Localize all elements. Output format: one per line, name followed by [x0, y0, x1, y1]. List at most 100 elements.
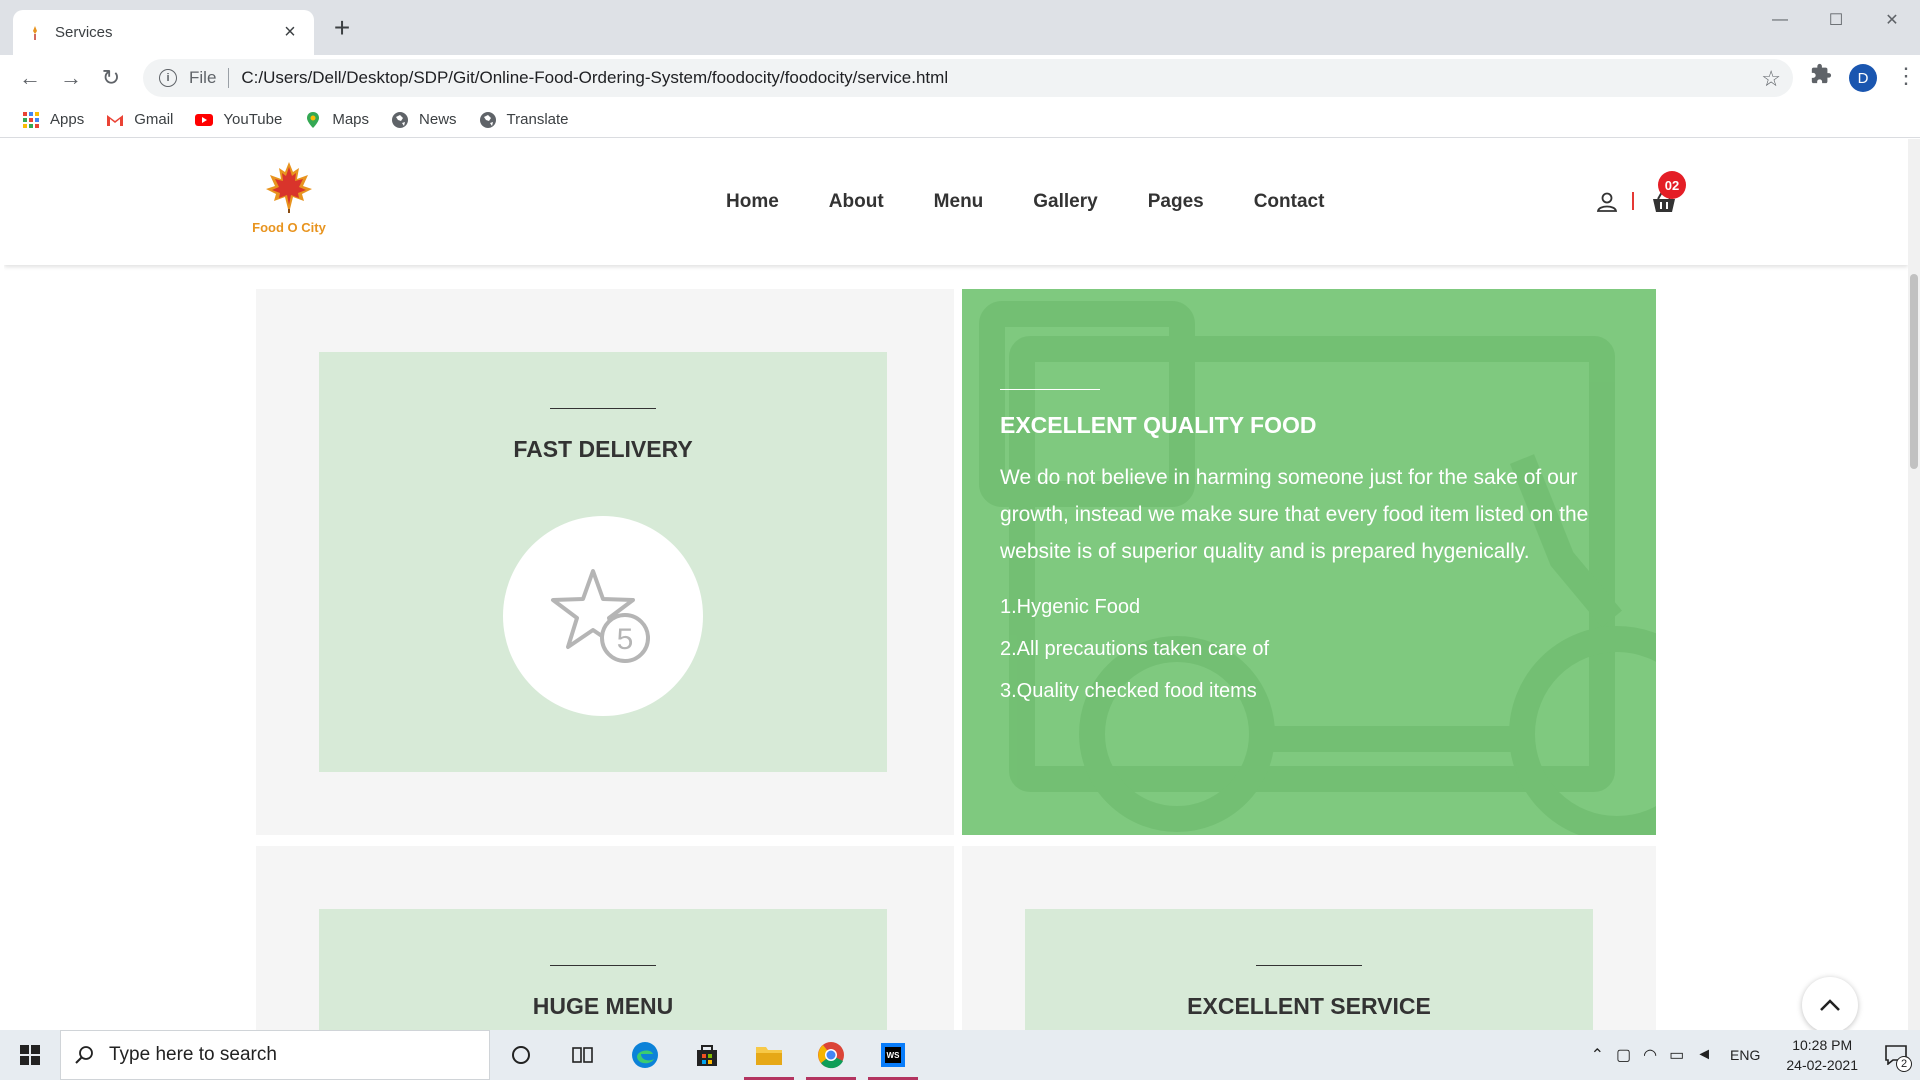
- service-feature-item: 1.Hygenic Food: [1000, 596, 1141, 618]
- bookmark-label: Maps: [332, 111, 370, 128]
- wifi-icon[interactable]: ◠: [1643, 1045, 1657, 1065]
- site-logo[interactable]: Food O City: [234, 159, 344, 239]
- reload-icon[interactable]: ↻: [96, 63, 126, 93]
- site-header: Food O City Home About Menu Gallery Page…: [4, 139, 1908, 265]
- page-viewport: Food O City Home About Menu Gallery Page…: [4, 139, 1908, 1030]
- globe-icon: [392, 111, 409, 128]
- five-star-rating-icon: 5: [551, 569, 650, 663]
- service-card-title: FAST DELIVERY: [513, 436, 693, 462]
- bookmark-label: Gmail: [134, 111, 174, 128]
- profile-avatar[interactable]: D: [1849, 64, 1877, 92]
- browser-tab[interactable]: Services ×: [13, 10, 314, 55]
- title-rule: [1000, 389, 1100, 390]
- apps-grid-icon: [23, 111, 39, 128]
- service-card-inner: HUGE MENU: [319, 909, 887, 1030]
- service-card-inner: EXCELLENT SERVICE: [1025, 909, 1593, 1030]
- user-account-icon[interactable]: [1596, 191, 1618, 213]
- omnibox-separator: [228, 68, 230, 88]
- site-info-icon[interactable]: i: [159, 69, 177, 87]
- browser-toolbar: ← → ↻ i File C:/Users/Dell/Desktop/SDP/G…: [0, 55, 1920, 102]
- search-icon: [75, 1046, 93, 1064]
- battery-icon[interactable]: ▭: [1669, 1045, 1684, 1065]
- bookmark-label: Apps: [50, 111, 85, 128]
- service-card-inner: FAST DELIVERY 5: [319, 352, 887, 772]
- bookmark-news[interactable]: News: [391, 111, 457, 129]
- bookmark-star-icon[interactable]: ☆: [1761, 66, 1781, 92]
- browser-tab-strip: Services × + — ☐ ✕: [0, 0, 1920, 55]
- service-card-excellent-quality[interactable]: EXCELLENT QUALITY FOOD We do not believe…: [962, 289, 1656, 835]
- main-nav: Home About Menu Gallery Pages Contact: [726, 191, 1374, 213]
- service-feature-item: 2.All precautions taken care of: [1000, 638, 1270, 660]
- taskbar-search-box[interactable]: Type here to search: [60, 1030, 490, 1080]
- windows-logo-icon: [20, 1045, 40, 1065]
- tab-title: Services: [55, 24, 113, 41]
- service-card-title: EXCELLENT QUALITY FOOD: [1000, 412, 1317, 438]
- start-button[interactable]: [0, 1030, 60, 1080]
- new-tab-button[interactable]: +: [328, 14, 356, 43]
- cortana-icon[interactable]: [490, 1030, 552, 1080]
- cart-count-badge: 02: [1658, 171, 1686, 199]
- forward-icon[interactable]: →: [56, 63, 86, 93]
- title-rule: [550, 965, 656, 966]
- system-tray: ⌃ ▢ ◠ ▭ ◄ ENG 10:28 PM 24-02-2021 2: [1585, 1030, 1920, 1080]
- clock-date: 24-02-2021: [1786, 1057, 1858, 1073]
- nav-about[interactable]: About: [829, 191, 884, 213]
- windows-taskbar: Type here to search WS ⌃ ▢ ◠ ▭ ◄ ENG 10:…: [0, 1030, 1920, 1080]
- bookmark-label: Translate: [506, 111, 569, 128]
- service-card-title: EXCELLENT SERVICE: [1187, 993, 1431, 1019]
- url-text[interactable]: C:/Users/Dell/Desktop/SDP/Git/Online-Foo…: [241, 68, 948, 88]
- svg-text:5: 5: [617, 623, 634, 656]
- window-close-icon[interactable]: ✕: [1864, 0, 1920, 40]
- store-icon[interactable]: [676, 1030, 738, 1080]
- bookmark-youtube[interactable]: YouTube: [195, 111, 282, 129]
- file-explorer-icon[interactable]: [738, 1030, 800, 1080]
- nav-pages[interactable]: Pages: [1148, 191, 1204, 213]
- back-icon[interactable]: ←: [15, 63, 45, 93]
- chevron-up-tray-icon[interactable]: ⌃: [1591, 1045, 1604, 1065]
- meet-now-icon[interactable]: ▢: [1616, 1045, 1631, 1065]
- bookmark-gmail[interactable]: Gmail: [106, 111, 173, 129]
- youtube-icon: [195, 113, 214, 126]
- service-icon-circle: 5: [503, 516, 703, 716]
- title-rule: [550, 408, 656, 409]
- tab-close-icon[interactable]: ×: [280, 21, 300, 44]
- page-scrollbar[interactable]: [1908, 139, 1920, 1030]
- bookmark-label: News: [419, 111, 457, 128]
- nav-contact[interactable]: Contact: [1254, 191, 1325, 213]
- nav-gallery[interactable]: Gallery: [1033, 191, 1097, 213]
- chrome-icon[interactable]: [800, 1030, 862, 1080]
- service-card-title: HUGE MENU: [532, 993, 674, 1019]
- system-clock[interactable]: 10:28 PM 24-02-2021: [1786, 1035, 1858, 1075]
- maximize-icon[interactable]: ☐: [1808, 0, 1864, 40]
- nav-home[interactable]: Home: [726, 191, 779, 213]
- task-view-icon[interactable]: [552, 1030, 614, 1080]
- svg-text:WS: WS: [887, 1051, 901, 1060]
- bookmark-translate[interactable]: Translate: [479, 111, 569, 129]
- webstorm-icon[interactable]: WS: [862, 1030, 924, 1080]
- volume-icon[interactable]: ◄: [1696, 1046, 1712, 1064]
- bookmark-maps[interactable]: Maps: [304, 111, 369, 129]
- scrollbar-thumb[interactable]: [1910, 274, 1918, 469]
- bookmark-label: YouTube: [223, 111, 283, 128]
- extensions-icon[interactable]: [1810, 63, 1832, 91]
- minimize-icon[interactable]: —: [1752, 0, 1808, 40]
- chevron-up-icon: [1820, 999, 1840, 1011]
- notification-count-badge: 2: [1896, 1056, 1912, 1072]
- header-divider: [1632, 192, 1634, 210]
- window-controls: — ☐ ✕: [1752, 0, 1920, 40]
- service-card-fast-delivery[interactable]: FAST DELIVERY 5: [256, 289, 954, 835]
- service-card-huge-menu[interactable]: HUGE MENU: [256, 846, 954, 1030]
- action-center-button[interactable]: 2: [1872, 1030, 1920, 1080]
- scroll-to-top-button[interactable]: [1802, 977, 1858, 1030]
- browser-menu-icon[interactable]: ⋮: [1895, 63, 1917, 89]
- language-indicator[interactable]: ENG: [1730, 1047, 1760, 1063]
- gmail-icon: [107, 114, 124, 126]
- bookmark-apps[interactable]: Apps: [22, 111, 84, 129]
- edge-browser-icon[interactable]: [614, 1030, 676, 1080]
- nav-menu[interactable]: Menu: [934, 191, 984, 213]
- globe-icon: [479, 111, 496, 128]
- address-bar[interactable]: i File C:/Users/Dell/Desktop/SDP/Git/Onl…: [143, 59, 1793, 97]
- service-card-description: We do not believe in harming someone jus…: [1000, 466, 1589, 563]
- service-card-excellent-service[interactable]: EXCELLENT SERVICE: [962, 846, 1656, 1030]
- clock-time: 10:28 PM: [1792, 1037, 1853, 1053]
